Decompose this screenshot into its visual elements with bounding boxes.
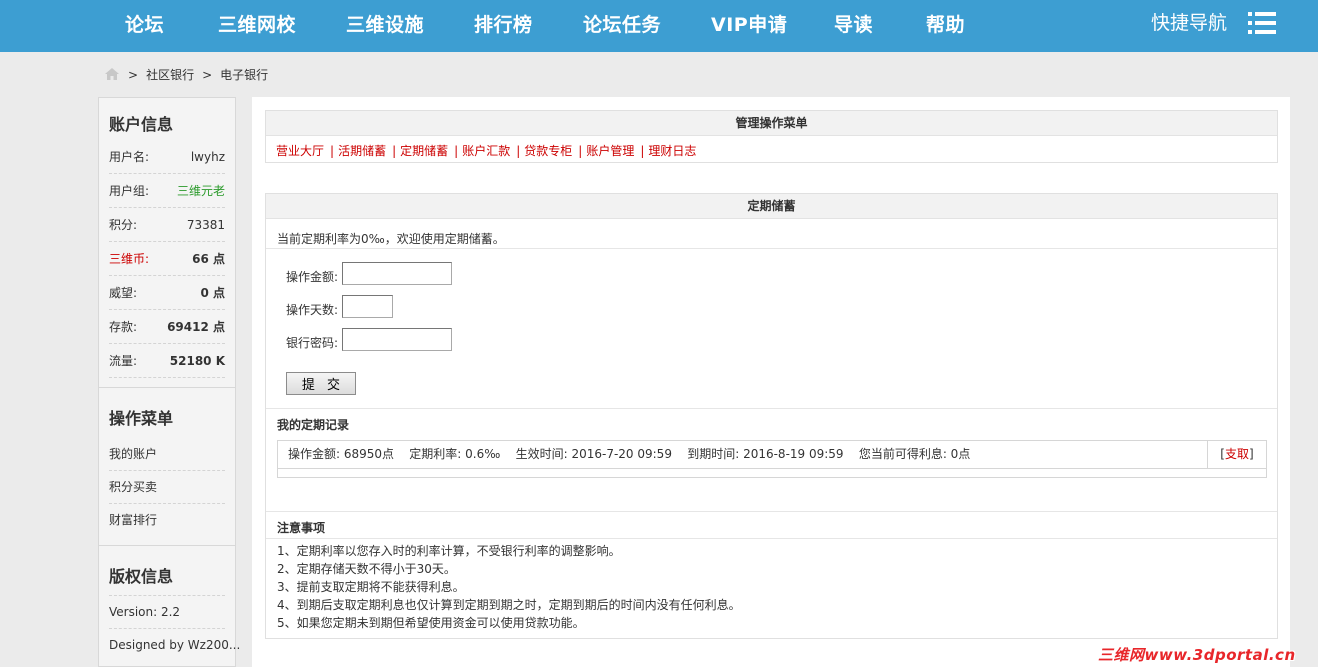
days-input[interactable] [342,295,393,318]
link-loan-counter[interactable]: 贷款专柜 [524,144,572,158]
fixed-rate-intro: 当前定期利率为0‰，欢迎使用定期储蓄。 [277,232,505,246]
breadcrumb: > 社区银行 > 电子银行 [104,66,276,84]
fixed-savings-title: 定期储蓄 [266,194,1277,219]
account-row-value: 73381 [186,218,225,232]
account-row: 存款: 69412 点 [109,311,225,344]
site-watermark: 三维网www.3dportal.cn [1098,646,1296,664]
breadcrumb-e-bank[interactable]: 电子银行 [220,68,268,82]
account-row-key: 用户名: [109,150,150,164]
account-row-key: 流量: [109,354,138,368]
fixed-savings-box: 定期储蓄 当前定期利率为0‰，欢迎使用定期储蓄。 操作金额: 操作天数: 银行密… [265,193,1278,639]
account-row-key: 威望: [109,286,138,300]
note-item: 1、定期利率以您存入时的利率计算，不受银行利率的调整影响。 [277,544,621,558]
link-account-management[interactable]: 账户管理 [586,144,634,158]
link-finance-log[interactable]: 理财日志 [648,144,696,158]
nav-item-facilities[interactable]: 三维设施 [346,0,424,52]
my-records-title: 我的定期记录 [277,418,350,432]
days-label: 操作天数: [286,303,339,317]
account-row-key: 用户组: [109,184,150,198]
amount-input[interactable] [342,262,452,285]
table-row: 操作金额: 68950点 定期利率: 0.6‰ 生效时间: 2016-7-20 … [278,441,1266,469]
breadcrumb-community-bank[interactable]: 社区银行 [146,68,194,82]
designed-by-text: Designed by Wz200... [109,638,241,652]
account-row-value: 0 点 [200,286,225,300]
nav-item-help[interactable]: 帮助 [926,0,965,52]
home-icon[interactable] [104,67,120,81]
account-row-value: lwyhz [190,150,225,164]
account-row: 威望: 0 点 [109,277,225,310]
version-text: Version: 2.2 [109,605,181,619]
nav-item-school[interactable]: 三维网校 [218,0,296,52]
amount-label: 操作金额: [286,270,339,284]
operation-menu-title: 操作菜单 [109,409,174,428]
menu-list-icon[interactable] [1248,12,1276,34]
account-info-title: 账户信息 [109,115,174,134]
notes-title: 注意事项 [277,521,326,535]
note-item: 5、如果您定期未到期但希望使用资金可以使用贷款功能。 [277,616,585,630]
account-row: 用户名: lwyhz [109,141,225,174]
account-row: 三维币: 66 点 [109,243,225,276]
account-row: 流量: 52180 K [109,345,225,378]
sidebar-item-my-account[interactable]: 我的账户 [109,438,225,471]
account-row-key: 存款: [109,320,138,334]
withdraw-link[interactable]: 支取 [1225,447,1249,461]
note-item: 4、到期后支取定期利息也仅计算到定期到期之时，定期到期后的时间内没有任何利息。 [277,598,741,612]
note-item: 3、提前支取定期将不能获得利息。 [277,580,465,594]
account-row-value: 69412 点 [167,320,225,334]
nav-item-guide[interactable]: 导读 [834,0,873,52]
nav-item-tasks[interactable]: 论坛任务 [583,0,661,52]
account-row-value: 三维元老 [176,184,225,198]
manage-menu-title: 管理操作菜单 [266,111,1277,136]
copyright-title: 版权信息 [109,567,174,586]
top-nav-bar: 论坛 三维网校 三维设施 排行榜 论坛任务 VIP申请 导读 帮助 快捷导航 [0,0,1318,52]
account-row-value: 66 点 [192,252,225,266]
link-current-savings[interactable]: 活期储蓄 [338,144,386,158]
fixed-records-table: 操作金额: 68950点 定期利率: 0.6‰ 生效时间: 2016-7-20 … [277,440,1267,478]
account-row-value: 52180 K [169,354,225,368]
sidebar: 账户信息 用户名: lwyhz 用户组: 三维元老积分: 73381 三维币: 66 点威望… [98,97,240,667]
sidebar-item-wealth-ranking[interactable]: 财富排行 [109,504,225,537]
manage-menu-box: 管理操作菜单 营业大厅 | 活期储蓄 | 定期储蓄 | 账户汇款 | 贷款专柜 | 账户管理 | 理财日… [265,110,1278,163]
nav-item-ranking[interactable]: 排行榜 [474,0,533,52]
link-remittance[interactable]: 账户汇款 [462,144,510,158]
account-row-key: 三维币: [109,252,150,266]
link-business-hall[interactable]: 营业大厅 [276,144,324,158]
nav-item-forum[interactable]: 论坛 [125,0,164,52]
record-details: 操作金额: 68950点 定期利率: 0.6‰ 生效时间: 2016-7-20 … [288,447,971,461]
account-row: 用户组: 三维元老 [109,175,225,208]
sidebar-item-points-trade[interactable]: 积分买卖 [109,471,225,504]
account-row: 积分: 73381 [109,209,225,242]
record-action-cell: [支取] [1207,441,1266,468]
breadcrumb-separator: > [202,68,213,82]
password-label: 银行密码: [286,336,339,350]
account-row-key: 积分: [109,218,138,232]
link-fixed-savings[interactable]: 定期储蓄 [400,144,448,158]
quick-nav-link[interactable]: 快捷导航 [1151,0,1227,52]
breadcrumb-separator: > [128,68,139,82]
manage-menu-links: 营业大厅 | 活期储蓄 | 定期储蓄 | 账户汇款 | 贷款专柜 | 账户管理 | 理财日志 [276,144,697,158]
bank-password-input[interactable] [342,328,452,351]
submit-button[interactable]: 提 交 [286,372,356,395]
nav-item-vip[interactable]: VIP申请 [711,0,787,52]
note-item: 2、定期存储天数不得小于30天。 [277,562,456,576]
main-panel: 管理操作菜单 营业大厅 | 活期储蓄 | 定期储蓄 | 账户汇款 | 贷款专柜 | 账户管理 | 理财日… [252,97,1290,667]
